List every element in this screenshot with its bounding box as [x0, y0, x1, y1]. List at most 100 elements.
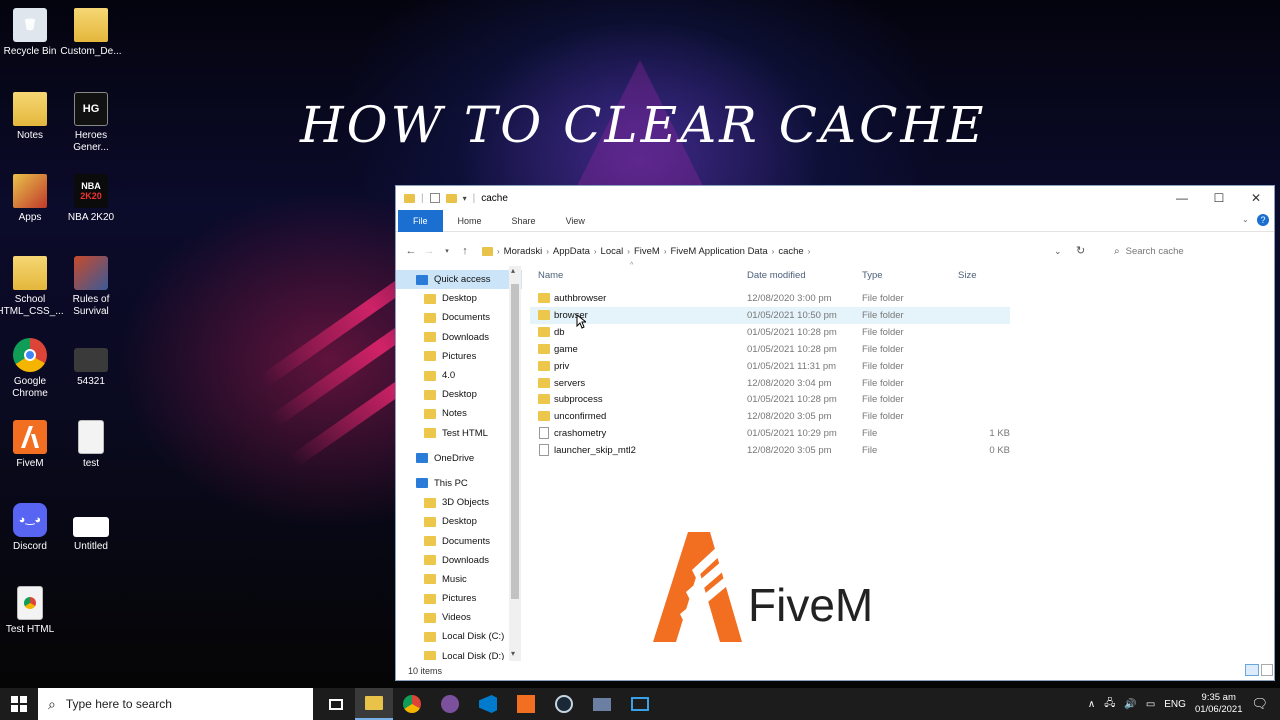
taskbar-snipping-tool[interactable] [621, 688, 659, 720]
nav-item[interactable]: Pictures [396, 589, 522, 608]
address-bar[interactable]: › Moradski › AppData › Local › FiveM › F… [482, 240, 1062, 262]
nav-item[interactable]: Local Disk (D:) [396, 647, 522, 660]
chevron-up-icon[interactable]: ∧ [1088, 699, 1095, 710]
nav-item[interactable]: Notes [396, 404, 522, 423]
notifications-icon[interactable]: 🗨 [1251, 696, 1268, 712]
nav-item[interactable]: Documents [396, 531, 522, 550]
nav-item[interactable]: Downloads✦ [396, 328, 522, 347]
nav-item[interactable]: Documents✦ [396, 308, 522, 327]
taskbar-fivem[interactable] [507, 688, 545, 720]
breadcrumb-item[interactable]: FiveM Application Data [670, 246, 767, 257]
nav-item[interactable]: Pictures✦ [396, 347, 522, 366]
scrollbar-thumb[interactable] [511, 284, 519, 599]
taskbar-steam[interactable] [545, 688, 583, 720]
large-icons-view-icon[interactable] [1261, 664, 1273, 676]
tab-view[interactable]: View [551, 210, 600, 232]
desktop-icon-test-html[interactable]: Test HTML [0, 586, 64, 636]
column-header-date[interactable]: Date modified [747, 270, 806, 281]
close-button[interactable]: ✕ [1238, 186, 1274, 210]
desktop-icon-untitled[interactable]: Untitled [57, 503, 125, 553]
new-folder-icon[interactable] [445, 193, 457, 203]
tab-file[interactable]: File [398, 209, 443, 232]
nav-item[interactable]: OneDrive [396, 449, 522, 468]
nav-item[interactable]: Music [396, 570, 522, 589]
desktop-icon-54321[interactable]: 54321 [57, 338, 125, 388]
nav-item[interactable]: Desktop✦ [396, 289, 522, 308]
file-row[interactable]: unconfirmed 12/08/2020 3:05 pm File folder [530, 408, 1010, 425]
nav-item[interactable]: Local Disk (C:) [396, 627, 522, 646]
file-row[interactable]: launcher_skip_mtl2 12/08/2020 3:05 pm File… [530, 442, 1010, 459]
refresh-icon[interactable]: ↻ [1076, 244, 1085, 257]
taskbar-viber[interactable] [431, 688, 469, 720]
desktop-icon-school-html-css[interactable]: School HTML_CSS_... [0, 256, 64, 318]
desktop-icon-notes[interactable]: Notes [0, 92, 64, 142]
file-row[interactable]: game 01/05/2021 10:28 pm File folder [530, 341, 1010, 358]
maximize-button[interactable]: ☐ [1201, 186, 1237, 210]
column-header-name[interactable]: Name [538, 270, 563, 281]
file-row[interactable]: crashometry 01/05/2021 10:29 pm File 1 KB [530, 425, 1010, 442]
nav-item[interactable]: 3D Objects [396, 493, 522, 512]
taskbar-file-explorer[interactable] [355, 688, 393, 720]
desktop-icon-heroes-generals[interactable]: HG Heroes Gener... [57, 92, 125, 154]
help-icon[interactable]: ? [1257, 214, 1269, 226]
file-row[interactable]: db 01/05/2021 10:28 pm File folder [530, 324, 1010, 341]
desktop-icon-apps[interactable]: Apps [0, 174, 64, 224]
nav-item[interactable]: Downloads [396, 551, 522, 570]
nav-item[interactable]: This PC [396, 474, 522, 493]
desktop-icon-fivem[interactable]: FiveM [0, 420, 64, 470]
clock[interactable]: 9:35 am 01/06/2021 [1195, 692, 1243, 716]
column-header-type[interactable]: Type [862, 270, 883, 281]
task-view-button[interactable] [317, 688, 355, 720]
details-view-icon[interactable] [1245, 664, 1259, 676]
desktop-icon-recycle-bin[interactable]: 🗑 Recycle Bin [0, 8, 64, 58]
file-row[interactable]: subprocess 01/05/2021 10:28 pm File folder [530, 391, 1010, 408]
taskbar-vscode[interactable] [469, 688, 507, 720]
network-icon[interactable]: 🖧 [1104, 696, 1115, 713]
search-box[interactable]: ⌕ Search cache [1098, 240, 1268, 262]
desktop-icon-custom-de[interactable]: Custom_De... [57, 8, 125, 58]
up-arrow-icon[interactable]: ↑ [456, 245, 474, 257]
nav-item[interactable]: Desktop [396, 385, 522, 404]
volume-icon[interactable]: 🔊 [1124, 699, 1136, 710]
expand-ribbon-icon[interactable]: ⌄ [1242, 215, 1249, 224]
nav-item[interactable]: Quick access [396, 270, 522, 290]
scroll-up-icon[interactable]: ▴ [511, 266, 515, 275]
desktop-icon-discord[interactable]: ◕‿◕ Discord [0, 503, 64, 553]
tab-home[interactable]: Home [443, 210, 497, 232]
minimize-button[interactable]: — [1164, 186, 1200, 210]
file-row[interactable]: authbrowser 12/08/2020 3:00 pm File folder [530, 290, 1010, 307]
breadcrumb-item[interactable]: cache [778, 246, 803, 257]
file-row[interactable]: browser 01/05/2021 10:50 pm File folder [530, 306, 1010, 324]
breadcrumb-item[interactable]: Moradski [504, 246, 543, 257]
navigation-scrollbar[interactable]: ▴ ▾ [509, 266, 521, 661]
scroll-down-icon[interactable]: ▾ [511, 649, 515, 658]
desktop-icon-google-chrome[interactable]: Google Chrome [0, 338, 64, 400]
folder-icon [424, 408, 436, 419]
breadcrumb-item[interactable]: AppData [553, 246, 590, 257]
column-header-size[interactable]: Size [958, 270, 976, 281]
breadcrumb-item[interactable]: FiveM [634, 246, 660, 257]
file-row[interactable]: servers 12/08/2020 3:04 pm File folder [530, 375, 1010, 392]
taskbar-mail[interactable] [583, 688, 621, 720]
nav-item[interactable]: Test HTML [396, 424, 522, 443]
address-dropdown-icon[interactable]: ⌄ [1054, 246, 1062, 257]
properties-icon[interactable] [429, 193, 440, 203]
nav-item[interactable]: Desktop [396, 512, 522, 531]
desktop-icon-rules-of-survival[interactable]: Rules of Survival [57, 256, 125, 318]
input-language[interactable]: ENG [1164, 699, 1186, 710]
file-row[interactable]: priv 01/05/2021 11:31 pm File folder [530, 358, 1010, 375]
battery-icon[interactable]: ▭ [1146, 699, 1155, 710]
tab-share[interactable]: Share [497, 210, 551, 232]
taskbar-search-box[interactable]: ⌕ Type here to search [38, 688, 313, 720]
chevron-down-icon[interactable]: ▾ [463, 194, 467, 203]
nav-item[interactable]: 4.0 [396, 366, 522, 385]
desktop-icon-nba-2k20[interactable]: NBA 2K20 NBA 2K20 [57, 174, 125, 224]
breadcrumb-item[interactable]: Local [601, 246, 624, 257]
desktop-icon-test[interactable]: test [57, 420, 125, 470]
nav-item[interactable]: Videos [396, 608, 522, 627]
start-button[interactable] [0, 688, 38, 720]
back-arrow-icon[interactable]: ← [402, 245, 420, 257]
taskbar-chrome[interactable] [393, 688, 431, 720]
recent-locations-icon[interactable]: ▾ [438, 247, 456, 255]
forward-arrow-icon[interactable]: → [420, 245, 438, 257]
